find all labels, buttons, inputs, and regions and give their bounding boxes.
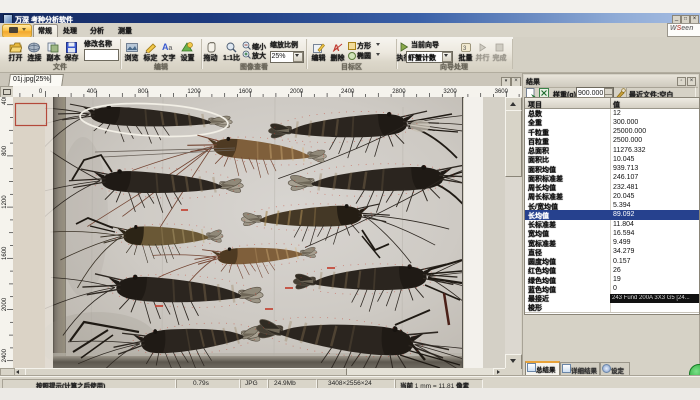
svg-text:2000: 2000 (2, 297, 8, 311)
svg-text:2800: 2800 (392, 89, 406, 95)
svg-text:3200: 3200 (443, 89, 457, 95)
svg-text:2000: 2000 (290, 89, 304, 95)
svg-text:1200: 1200 (2, 195, 8, 209)
svg-text:0: 0 (39, 89, 43, 95)
svg-text:800: 800 (138, 89, 149, 95)
svg-text:2400: 2400 (2, 348, 8, 362)
svg-text:3600: 3600 (495, 89, 509, 95)
svg-text:800: 800 (2, 145, 8, 156)
svg-text:400: 400 (87, 89, 98, 95)
svg-text:1600: 1600 (239, 89, 253, 95)
svg-text:400: 400 (2, 97, 8, 105)
svg-text:1200: 1200 (187, 89, 201, 95)
svg-text:1600: 1600 (2, 246, 8, 260)
svg-text:2400: 2400 (341, 89, 355, 95)
